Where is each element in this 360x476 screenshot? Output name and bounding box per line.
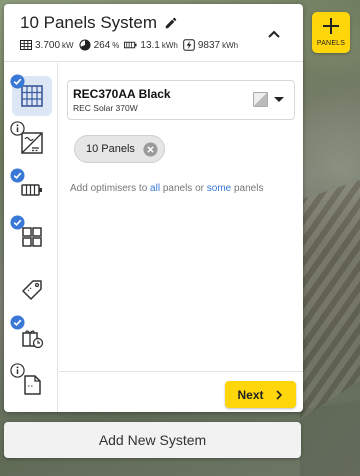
rail-item-panels[interactable]: [10, 74, 52, 116]
panel-model-name: REC370AA Black: [73, 87, 171, 101]
battery-small-icon: [124, 41, 137, 49]
plus-icon: [323, 18, 339, 34]
panel-image-icon: [253, 92, 268, 107]
system-panel: 10 Panels System 3.700 kW 264 % 13.1 kWh…: [4, 4, 303, 412]
rail-item-extras[interactable]: [10, 315, 52, 357]
add-panels-button[interactable]: PANELS: [312, 12, 350, 53]
pie-ratio-icon: [79, 39, 91, 51]
check-badge-icon: [10, 215, 25, 230]
price-tag-icon: [22, 280, 42, 300]
remove-chip-icon[interactable]: [143, 141, 158, 157]
add-new-system-button[interactable]: Add New System: [4, 422, 301, 458]
hint-middle: panels or: [162, 183, 204, 194]
edit-pencil-icon[interactable]: [164, 16, 178, 30]
step-rail: [4, 63, 58, 412]
dropdown-caret-icon: [274, 97, 284, 102]
all-panels-link[interactable]: all: [150, 183, 160, 194]
collapse-chevron-icon[interactable]: [266, 27, 282, 41]
check-badge-icon: [10, 168, 25, 183]
panel-count-chip[interactable]: 10 Panels: [74, 135, 165, 163]
energy-value: 9837: [197, 39, 221, 51]
panel-footer: Next: [59, 371, 303, 412]
ratio-unit: %: [112, 40, 120, 50]
hint-suffix: panels: [234, 183, 264, 194]
hint-prefix: Add optimisers to: [70, 183, 148, 194]
next-button-label: Next: [237, 387, 264, 402]
rail-item-pricing[interactable]: [12, 270, 52, 310]
info-badge-icon: [10, 121, 25, 136]
rail-item-inverter[interactable]: [10, 121, 52, 163]
power-unit: kW: [62, 40, 74, 50]
next-button[interactable]: Next: [225, 381, 296, 408]
panel-count-label: 10 Panels: [86, 143, 135, 155]
check-badge-icon: [10, 74, 25, 89]
panel-model-select[interactable]: REC370AA Black REC Solar 370W: [67, 80, 295, 120]
system-stats: 3.700 kW 264 % 13.1 kWh 9837 kWh: [20, 39, 243, 51]
battery-value: 13.1: [140, 39, 160, 51]
stat-power: 3.700 kW: [20, 39, 74, 51]
panel-config-content: REC370AA Black REC Solar 370W 10 Panels …: [59, 63, 303, 371]
system-title: 10 Panels System: [20, 13, 158, 32]
panel-model-subtitle: REC Solar 370W: [73, 103, 138, 113]
energy-bolt-icon: [183, 39, 195, 51]
rail-item-documents[interactable]: [10, 363, 52, 405]
stat-energy: 9837 kWh: [183, 39, 238, 51]
system-header: 10 Panels System 3.700 kW 264 % 13.1 kWh…: [4, 4, 303, 62]
rail-item-modules[interactable]: [10, 215, 52, 257]
add-panels-label: PANELS: [316, 40, 346, 47]
solar-panel-icon: [20, 40, 32, 50]
some-panels-link[interactable]: some: [207, 183, 231, 194]
optimisers-hint: Add optimisers to all panels or some pan…: [70, 183, 263, 194]
ratio-value: 264: [93, 39, 111, 51]
chevron-right-icon: [275, 389, 282, 400]
info-badge-icon: [10, 363, 25, 378]
energy-unit: kWh: [222, 40, 239, 50]
stat-ratio: 264 %: [79, 39, 120, 51]
title-row: 10 Panels System: [20, 13, 178, 33]
stat-battery: 13.1 kWh: [124, 39, 178, 51]
power-value: 3.700: [35, 39, 61, 51]
rail-item-battery[interactable]: [10, 168, 52, 210]
battery-unit: kWh: [161, 40, 178, 50]
check-badge-icon: [10, 315, 25, 330]
